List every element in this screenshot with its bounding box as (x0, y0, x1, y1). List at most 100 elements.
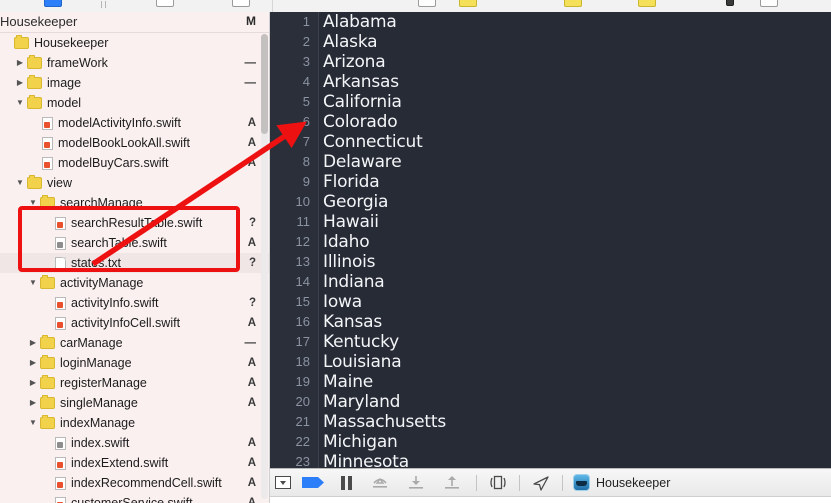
step-over-icon[interactable] (362, 469, 398, 496)
navigator-item-status-flag: A (247, 397, 256, 409)
line-text: Kansas (323, 312, 382, 332)
code-editor[interactable]: 1 Alabama 2 Alaska 3 Arizona 4 Arkansas 5 Califor… (270, 12, 831, 468)
navigator-item-modelactivityinfo-swift[interactable]: modelActivityInfo.swift A (0, 113, 270, 133)
swift-file-icon (42, 136, 53, 150)
folder-icon (40, 275, 55, 289)
breakpoint-icon[interactable] (418, 0, 436, 7)
line-text: Delaware (323, 152, 402, 172)
swift-file-icon (42, 156, 53, 170)
navigator-status-flag: M (246, 14, 256, 28)
dropdown-icon[interactable] (270, 469, 296, 496)
navigator-item-index-swift[interactable]: index.swift A (0, 433, 270, 453)
continue-flag-icon[interactable] (296, 469, 330, 496)
navigator-item-framework[interactable]: ▶ frameWork — (0, 53, 270, 73)
pause-icon[interactable] (330, 469, 362, 496)
navigator-item-carmanage[interactable]: ▶ carManage — (0, 333, 270, 353)
chevron-right-icon[interactable]: ▶ (28, 358, 38, 368)
chevron-right-icon[interactable]: ▶ (28, 338, 38, 348)
navigator-item-searchmanage[interactable]: ▼ searchManage (0, 193, 270, 213)
navigator-item-modelbuycars-swift[interactable]: modelBuyCars.swift A (0, 153, 270, 173)
chevron-down-icon[interactable]: ▼ (28, 278, 38, 288)
view-debug-icon[interactable] (232, 0, 250, 7)
navigator-item-searchtable-swift[interactable]: searchTable.swift A (0, 233, 270, 253)
breadcrumb[interactable]: Housekeeper (573, 474, 670, 491)
line-text: California (323, 92, 402, 112)
navigator-item-label: states.txt (71, 256, 122, 270)
navigator-item-label: activityInfoCell.swift (71, 316, 181, 330)
navigator-item-indexmanage[interactable]: ▼ indexManage (0, 413, 270, 433)
line-text: Kentucky (323, 332, 400, 352)
line-number: 10 (295, 194, 310, 209)
folder-icon[interactable] (564, 0, 582, 7)
chevron-down-icon[interactable]: ▼ (15, 98, 25, 108)
chevron-down-icon[interactable]: ▼ (15, 178, 25, 188)
folder-icon[interactable] (638, 0, 656, 7)
project-navigator[interactable]: Housekeeper M Housekeeper ▶ frameWork — ▶ ima… (0, 12, 270, 503)
navigator-item-modelbooklookall-swift[interactable]: modelBookLookAll.swift A (0, 133, 270, 153)
line-number: 6 (302, 114, 310, 129)
window-icon[interactable] (760, 0, 778, 7)
panel-toggle-icon[interactable] (44, 0, 62, 7)
navigator-item-status-flag: A (247, 137, 256, 149)
editor-line: 2 Alaska (270, 32, 831, 52)
location-icon[interactable] (526, 469, 556, 496)
breadcrumb-label: Housekeeper (596, 475, 671, 490)
navigator-item-registermanage[interactable]: ▶ registerManage A (0, 373, 270, 393)
editor-line: 15 Iowa (270, 292, 831, 312)
text-file-icon (55, 256, 66, 270)
step-out-icon[interactable] (434, 469, 470, 496)
chevron-right-icon[interactable]: ▶ (15, 78, 25, 88)
navigator-item-activitymanage[interactable]: ▼ activityManage (0, 273, 270, 293)
navigator-item-label: registerManage (60, 376, 147, 390)
navigator-item-view[interactable]: ▼ view (0, 173, 270, 193)
navigator-project-title: Housekeeper (0, 14, 78, 29)
location-icon[interactable] (300, 0, 318, 7)
navigator-item-image[interactable]: ▶ image — (0, 73, 270, 93)
line-text: Indiana (323, 272, 385, 292)
line-number: 9 (302, 174, 310, 189)
sidebar-scrollbar[interactable] (261, 34, 268, 499)
line-text: Massachusetts (323, 412, 447, 432)
navigator-item-label: modelBookLookAll.swift (58, 136, 191, 150)
editor-line: 14 Indiana (270, 272, 831, 292)
chevron-right-icon[interactable]: ▶ (15, 58, 25, 68)
folder-icon (27, 175, 42, 189)
editor-line: 6 Colorado (270, 112, 831, 132)
step-into-icon[interactable] (156, 0, 174, 7)
editor-line: 10 Georgia (270, 192, 831, 212)
navigator-item-indexextend-swift[interactable]: indexExtend.swift A (0, 453, 270, 473)
navigator-item-housekeeper[interactable]: Housekeeper (0, 33, 270, 53)
navigator-item-label: searchManage (60, 196, 143, 210)
chevron-down-icon[interactable]: ▼ (28, 198, 38, 208)
navigator-item-status-flag: — (244, 57, 257, 69)
editor-line: 17 Kentucky (270, 332, 831, 352)
chevron-right-icon[interactable]: ▶ (28, 398, 38, 408)
navigator-item-indexrecommendcell-swift[interactable]: indexRecommendCell.swift A (0, 473, 270, 493)
navigator-item-states-txt[interactable]: states.txt? (0, 253, 270, 273)
line-text: Maryland (323, 392, 401, 412)
editor-line: 22 Michigan (270, 432, 831, 452)
navigator-item-label: image (47, 76, 82, 90)
device-icon[interactable] (726, 0, 734, 6)
navigator-item-model[interactable]: ▼ model (0, 93, 270, 113)
view-hierarchy-icon[interactable] (483, 469, 513, 496)
step-into-icon[interactable] (398, 469, 434, 496)
folder-icon[interactable] (459, 0, 477, 7)
line-number: 18 (295, 354, 310, 369)
navigator-item-status-flag: A (247, 157, 256, 169)
navigator-item-customerservice-swift[interactable]: customerService.swift A (0, 493, 270, 503)
line-text: Minnesota (323, 452, 409, 468)
chevron-down-icon[interactable]: ▼ (28, 418, 38, 428)
navigator-item-label: indexExtend.swift (71, 456, 169, 470)
navigator-item-loginmanage[interactable]: ▶ loginManage A (0, 353, 270, 373)
sidebar-scrollbar-thumb[interactable] (261, 34, 268, 134)
step-out-icon[interactable] (205, 0, 223, 7)
navigator-item-searchresulttable-swift[interactable]: searchResultTable.swift? (0, 213, 270, 233)
chevron-right-icon[interactable]: ▶ (28, 378, 38, 388)
swift-file-icon (55, 296, 66, 310)
navigator-item-singlemanage[interactable]: ▶ singleManage A (0, 393, 270, 413)
editor-line: 18 Louisiana (270, 352, 831, 372)
editor-line: 16 Kansas (270, 312, 831, 332)
navigator-item-activityinfocell-swift[interactable]: activityInfoCell.swift A (0, 313, 270, 333)
navigator-item-activityinfo-swift[interactable]: activityInfo.swift? (0, 293, 270, 313)
